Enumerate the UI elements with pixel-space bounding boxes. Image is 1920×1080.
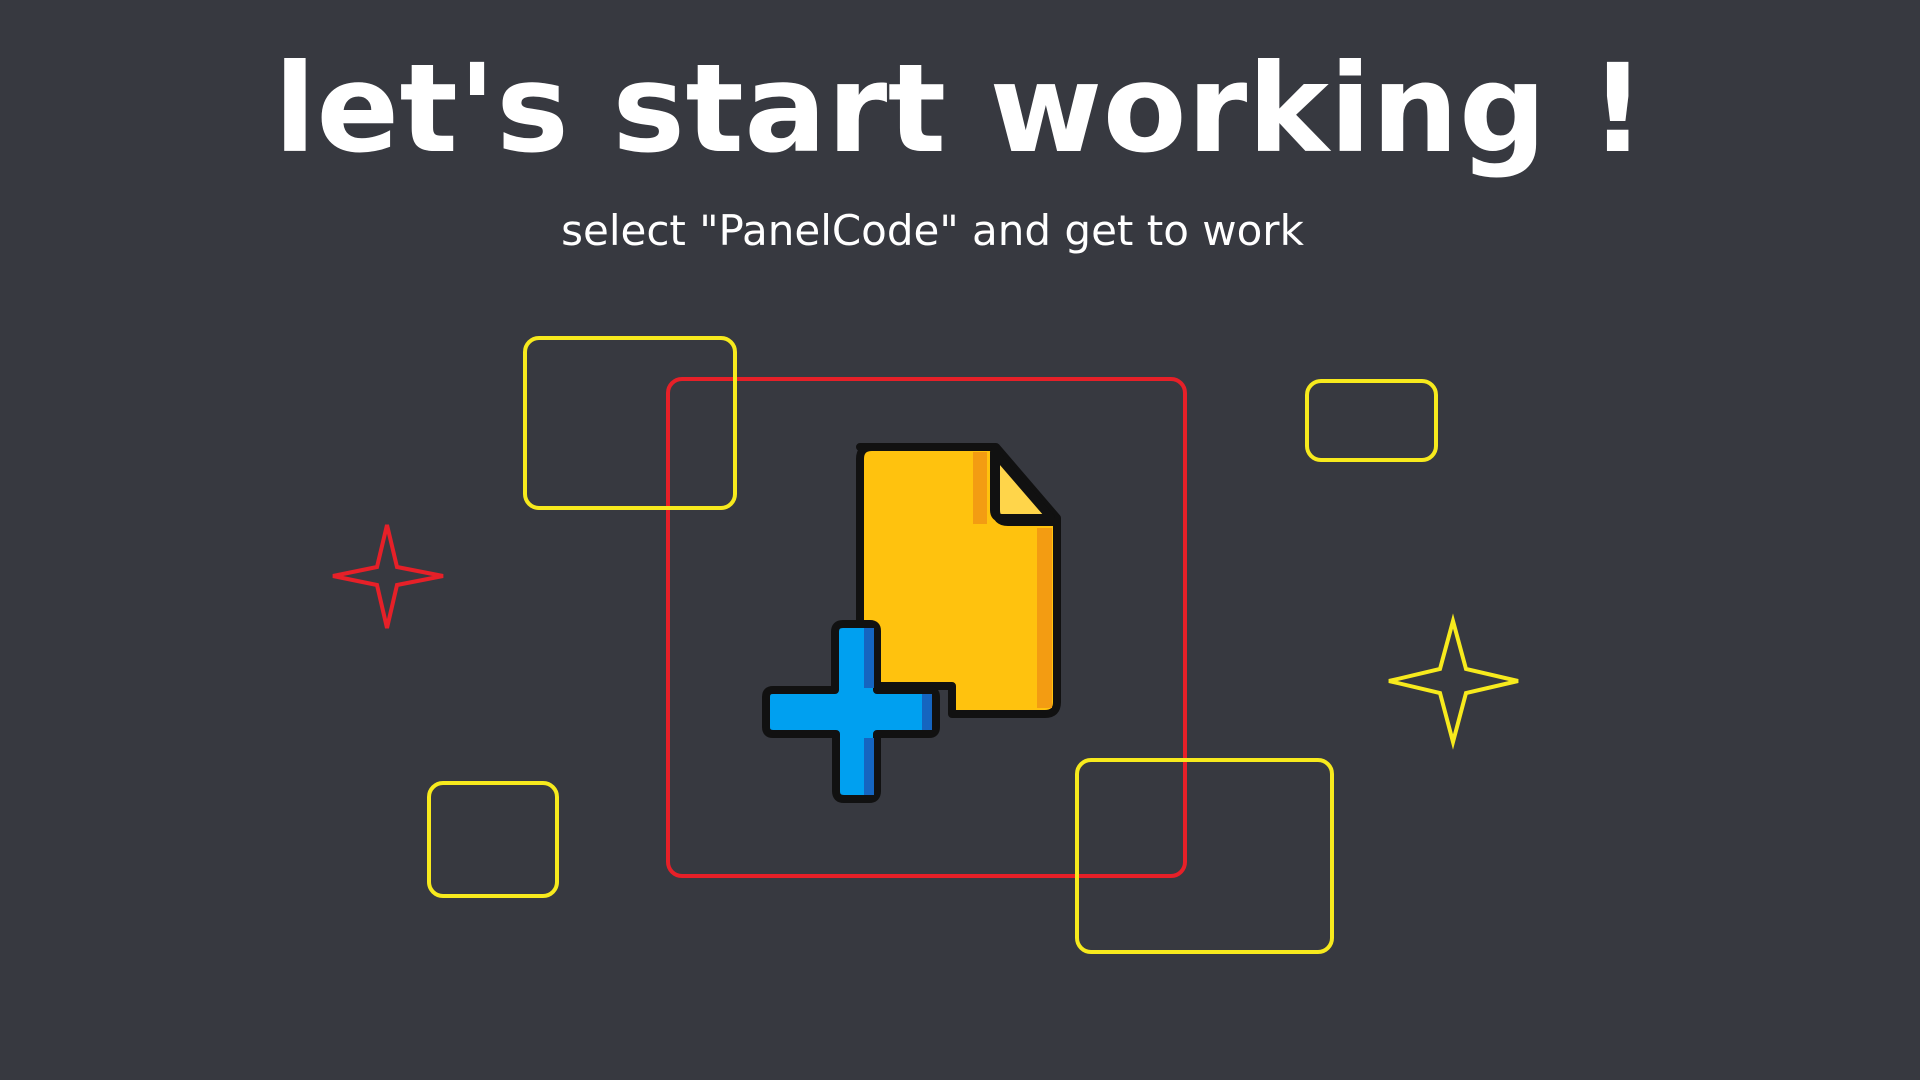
welcome-screen: let's start working ! select "PanelCode"… [0, 0, 1920, 1080]
yellow-box-bottom-right [1075, 758, 1334, 954]
yellow-box-top-left [523, 336, 737, 510]
sparkle-right-icon [1388, 613, 1519, 750]
yellow-box-bottom-left [427, 781, 559, 898]
new-file-plus-icon [762, 443, 1061, 803]
yellow-box-top-right [1305, 379, 1438, 462]
decoration-canvas [332, 336, 1519, 954]
sparkle-left-icon [332, 524, 444, 629]
